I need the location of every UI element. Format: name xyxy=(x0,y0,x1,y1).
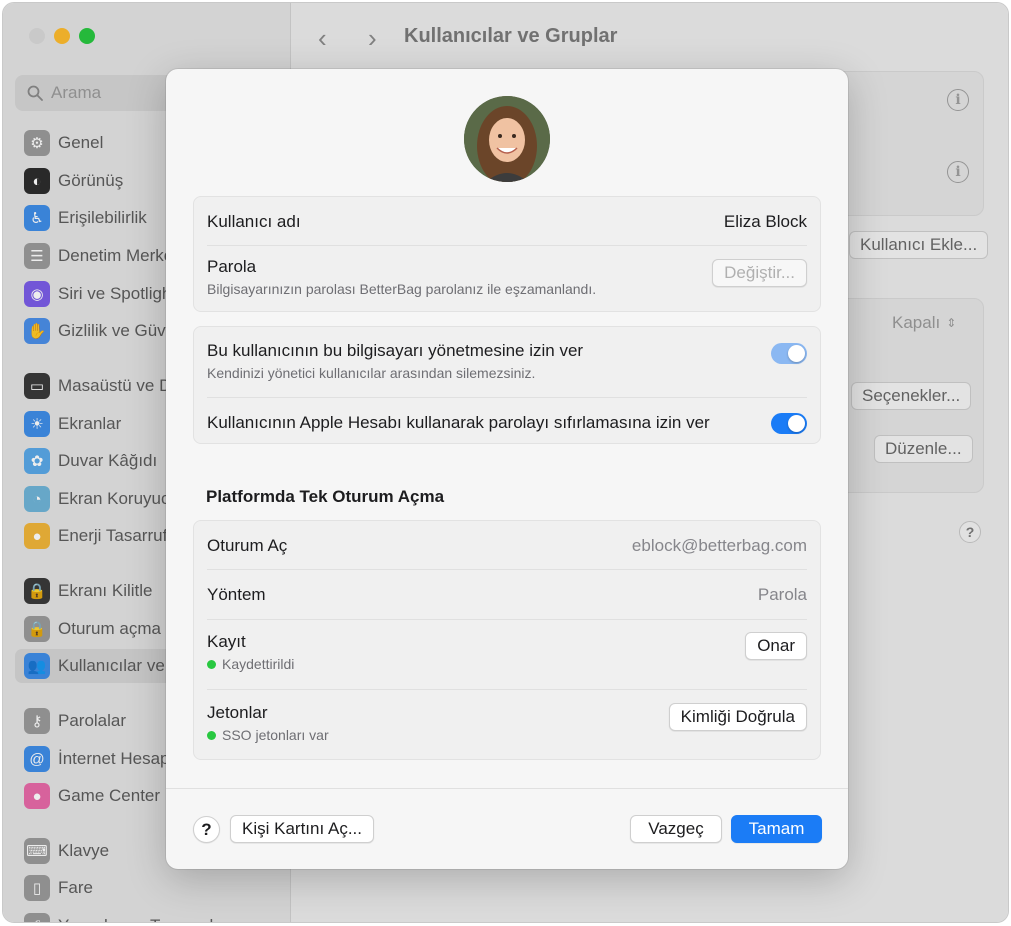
password-row: Parola Bilgisayarınızın parolası BetterB… xyxy=(207,257,807,303)
divider xyxy=(207,245,807,246)
status-dot-icon xyxy=(207,660,216,669)
method-label: Yöntem xyxy=(207,585,266,604)
tokens-row: Jetonlar SSO jetonları var Kimliği Doğru… xyxy=(207,703,807,747)
admin-permission-row: Bu kullanıcının bu bilgisayarı yönetmesi… xyxy=(207,341,807,385)
method-row: Yöntem Parola xyxy=(207,583,807,607)
status-dot-icon xyxy=(207,731,216,740)
password-label: Parola xyxy=(207,257,257,276)
registration-status: Kaydettirildi xyxy=(207,656,294,672)
change-password-button[interactable]: Değiştir... xyxy=(712,259,807,287)
username-row: Kullanıcı adı Eliza Block xyxy=(207,210,807,234)
registration-row: Kayıt Kaydettirildi Onar xyxy=(207,632,807,676)
sso-section-title: Platformda Tek Oturum Açma xyxy=(206,487,445,506)
user-details-sheet: Kullanıcı adı Eliza Block Parola Bilgisa… xyxy=(166,69,848,869)
admin-permission-note: Kendinizi yönetici kullanıcılar arasında… xyxy=(207,365,536,381)
permissions-group: Bu kullanıcının bu bilgisayarı yönetmesi… xyxy=(193,326,821,444)
method-value: Parola xyxy=(757,585,807,604)
reset-password-toggle[interactable] xyxy=(771,412,807,434)
username-label: Kullanıcı adı xyxy=(207,212,301,231)
signin-label: Oturum Aç xyxy=(207,536,288,555)
ok-button[interactable]: Tamam xyxy=(731,815,822,843)
sso-group: Oturum Aç eblock@betterbag.com Yöntem Pa… xyxy=(193,520,821,760)
repair-button[interactable]: Onar xyxy=(745,632,807,660)
authenticate-button[interactable]: Kimliği Doğrula xyxy=(668,703,807,731)
cancel-button[interactable]: Vazgeç xyxy=(630,815,722,843)
footer-divider xyxy=(166,788,848,789)
divider xyxy=(207,619,807,620)
signin-row: Oturum Aç eblock@betterbag.com xyxy=(207,534,807,558)
registration-label: Kayıt xyxy=(207,632,246,651)
reset-password-row: Kullanıcının Apple Hesabı kullanarak par… xyxy=(207,411,807,435)
divider xyxy=(207,569,807,570)
user-avatar[interactable] xyxy=(464,96,550,182)
divider xyxy=(207,689,807,690)
tokens-label: Jetonlar xyxy=(207,703,268,722)
avatar-photo-icon xyxy=(464,96,550,182)
tokens-status-text: SSO jetonları var xyxy=(222,727,329,743)
signin-value: eblock@betterbag.com xyxy=(631,536,807,555)
toggle-knob xyxy=(788,414,805,432)
admin-permission-label: Bu kullanıcının bu bilgisayarı yönetmesi… xyxy=(207,341,584,360)
username-value: Eliza Block xyxy=(723,212,807,231)
help-button[interactable]: ? xyxy=(193,816,220,843)
tokens-status: SSO jetonları var xyxy=(207,727,329,743)
open-contact-card-button[interactable]: Kişi Kartını Aç... xyxy=(230,815,374,843)
account-group: Kullanıcı adı Eliza Block Parola Bilgisa… xyxy=(193,196,821,312)
password-sync-note: Bilgisayarınızın parolası BetterBag paro… xyxy=(207,281,597,297)
registration-status-text: Kaydettirildi xyxy=(222,656,295,672)
toggle-knob xyxy=(788,345,805,362)
divider xyxy=(207,397,807,398)
reset-password-label: Kullanıcının Apple Hesabı kullanarak par… xyxy=(207,413,710,432)
admin-permission-toggle[interactable] xyxy=(771,343,807,364)
